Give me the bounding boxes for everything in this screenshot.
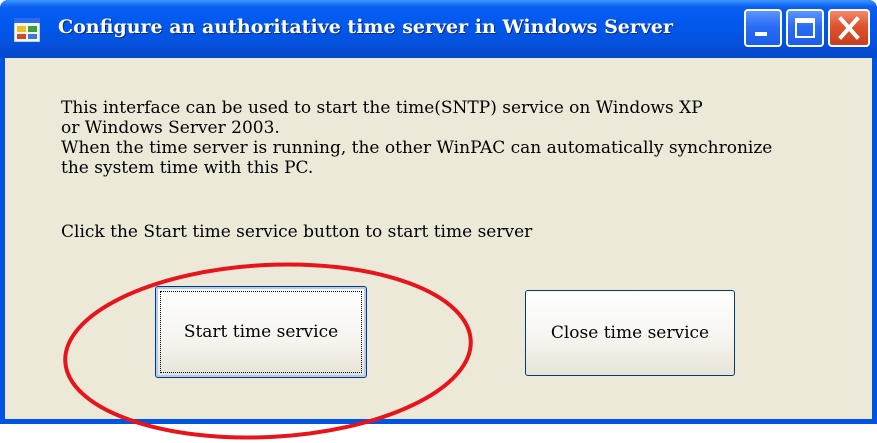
minimize-button[interactable] <box>744 9 782 47</box>
maximize-button[interactable] <box>786 9 824 47</box>
app-icon <box>14 18 40 42</box>
instruction-text: Click the Start time service button to s… <box>61 222 533 242</box>
window-title: Configure an authoritative time server i… <box>58 16 674 38</box>
focus-rectangle <box>160 291 362 373</box>
description-line: the system time with this PC. <box>61 158 314 178</box>
title-bar[interactable]: Configure an authoritative time server i… <box>0 0 877 58</box>
close-time-service-label: Close time service <box>550 323 710 343</box>
close-time-service-button[interactable]: Close time service <box>525 290 735 376</box>
maximize-icon <box>795 18 815 38</box>
app-window: Configure an authoritative time server i… <box>0 0 877 424</box>
minimize-icon <box>755 32 767 36</box>
start-time-service-button[interactable]: Start time service <box>155 286 367 378</box>
close-icon <box>838 16 860 40</box>
description-line: or Windows Server 2003. <box>61 118 280 138</box>
dialog-body: This interface can be used to start the … <box>5 58 872 419</box>
description-line: When the time server is running, the oth… <box>61 138 773 158</box>
description-text: This interface can be used to start the … <box>61 98 861 178</box>
description-line: This interface can be used to start the … <box>61 98 703 118</box>
close-window-button[interactable] <box>828 9 870 47</box>
